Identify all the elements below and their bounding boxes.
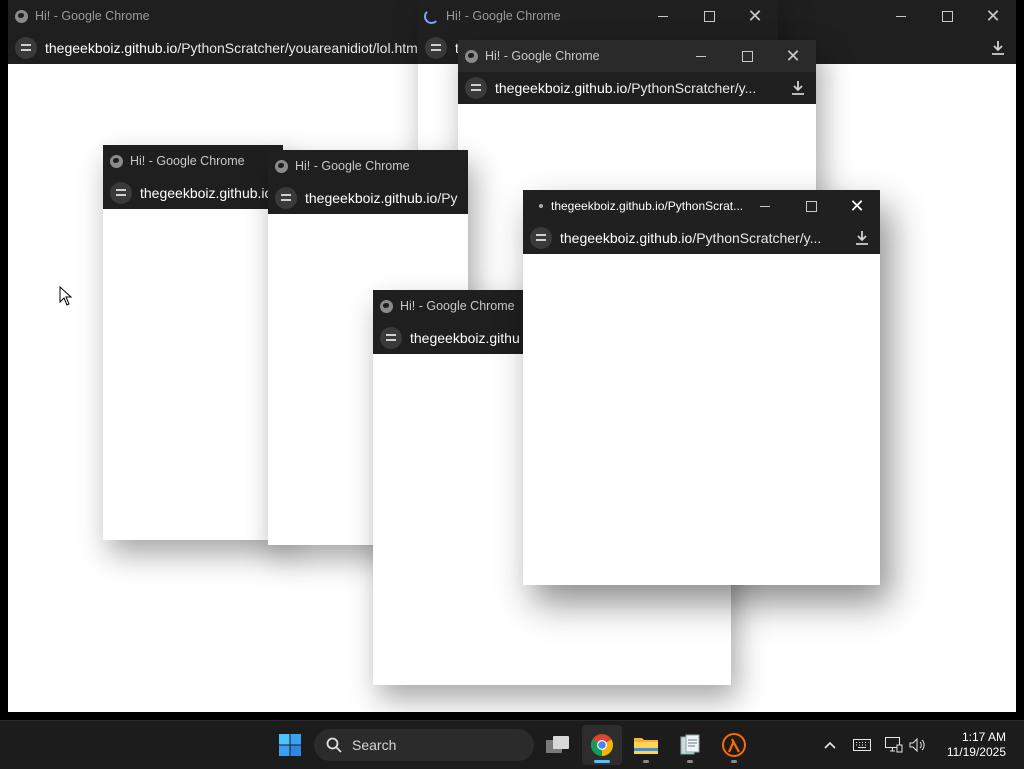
close-button[interactable]: ✕ [732, 0, 778, 32]
address-bar[interactable]: thegeekboiz.github.io/PythonScratcher/y.… [458, 72, 816, 104]
maximize-button[interactable] [724, 40, 770, 72]
url-text[interactable]: thegeekboiz.github.io/PythonScratcher/y.… [560, 230, 821, 246]
window-titlebar[interactable]: Hi! - Google Chrome [103, 145, 283, 177]
url-text[interactable]: thegeekboiz.github.io/Py [305, 190, 458, 206]
search-label: Search [352, 737, 397, 753]
window-title: Hi! - Google Chrome [130, 154, 245, 168]
url-text[interactable]: thegeekboiz.github.io/PythonScratcher/y.… [495, 80, 756, 96]
address-bar[interactable]: thegeekboiz.github.io [103, 177, 283, 209]
minimize-button[interactable] [878, 0, 924, 32]
show-hidden-icons-button[interactable] [818, 721, 842, 769]
loading-dot-icon [539, 204, 543, 208]
clock-time: 1:17 AM [961, 730, 1006, 744]
page-content [103, 209, 283, 540]
app-taskbar-button[interactable] [670, 725, 710, 765]
chevron-up-icon [824, 741, 836, 749]
close-button[interactable]: ✕ [970, 0, 1016, 32]
system-clock[interactable]: 1:17 AM 11/19/2025 [947, 730, 1006, 760]
download-icon[interactable] [988, 38, 1008, 58]
globe-icon [110, 154, 123, 168]
maximize-button[interactable] [686, 0, 732, 32]
url-text[interactable]: thegeekboiz.githu [410, 330, 520, 346]
network-icon [885, 737, 903, 753]
maximize-button[interactable] [924, 0, 970, 32]
running-indicator [643, 760, 649, 763]
search-icon [326, 737, 342, 753]
window-title: Hi! - Google Chrome [295, 159, 410, 173]
window-title: thegeekboiz.github.io/PythonScrat... [551, 199, 744, 213]
loading-spinner-icon [424, 8, 439, 24]
minimize-button[interactable] [640, 0, 686, 32]
site-settings-icon[interactable] [380, 327, 402, 349]
site-settings-icon[interactable] [530, 227, 552, 249]
mouse-cursor-icon [59, 286, 73, 306]
globe-icon [380, 299, 393, 313]
taskbar-search[interactable]: Search [314, 729, 534, 761]
task-view-icon [546, 736, 569, 753]
chrome-icon [591, 734, 613, 756]
active-indicator [594, 760, 610, 763]
desktop: Hi! - Google Chrome ✕ thegeekboiz.github… [0, 0, 1024, 720]
task-view-button[interactable] [538, 725, 578, 765]
url-text[interactable]: thegeekboiz.github.io/PythonScratcher/yo… [45, 40, 421, 56]
url-text[interactable]: thegeekboiz.github.io [140, 185, 272, 201]
keyboard-button[interactable] [850, 721, 874, 769]
chrome-window-active[interactable]: thegeekboiz.github.io/PythonScrat... ✕ t… [523, 190, 880, 585]
start-button[interactable] [270, 725, 310, 765]
site-settings-icon[interactable] [110, 182, 132, 204]
address-bar[interactable]: thegeekboiz.github.io/PythonScratcher/y.… [523, 222, 880, 254]
download-icon[interactable] [852, 228, 872, 248]
running-indicator [731, 760, 737, 763]
taskbar: Search 1:17 AM 11/19/2025 [0, 720, 1024, 769]
file-explorer-button[interactable] [626, 725, 666, 765]
half-life-taskbar-button[interactable] [714, 725, 754, 765]
windows-logo-icon [279, 734, 301, 756]
speaker-icon [909, 738, 925, 752]
minimize-button[interactable] [678, 40, 724, 72]
page-content [523, 254, 880, 585]
clock-date: 11/19/2025 [946, 745, 1006, 759]
globe-icon [15, 9, 28, 23]
volume-button[interactable] [906, 721, 930, 769]
network-button[interactable] [882, 721, 906, 769]
globe-icon [275, 159, 288, 173]
chrome-taskbar-button[interactable] [582, 725, 622, 765]
notepad-icon [680, 734, 700, 755]
globe-icon [465, 49, 478, 63]
keyboard-icon [853, 739, 871, 751]
minimize-button[interactable] [742, 190, 788, 222]
address-bar[interactable]: thegeekboiz.github.io/Py [268, 182, 468, 214]
window-titlebar[interactable]: Hi! - Google Chrome [268, 150, 468, 182]
close-button[interactable]: ✕ [770, 40, 816, 72]
download-icon[interactable] [788, 78, 808, 98]
maximize-button[interactable] [788, 190, 834, 222]
site-settings-icon[interactable] [425, 37, 447, 59]
site-settings-icon[interactable] [465, 77, 487, 99]
close-button[interactable]: ✕ [834, 190, 880, 222]
folder-icon [634, 738, 658, 754]
chrome-window[interactable]: Hi! - Google Chrome thegeekboiz.github.i… [103, 145, 283, 540]
half-life-lambda-icon [722, 733, 746, 757]
running-indicator [687, 760, 693, 763]
site-settings-icon[interactable] [15, 37, 37, 59]
site-settings-icon[interactable] [275, 187, 297, 209]
